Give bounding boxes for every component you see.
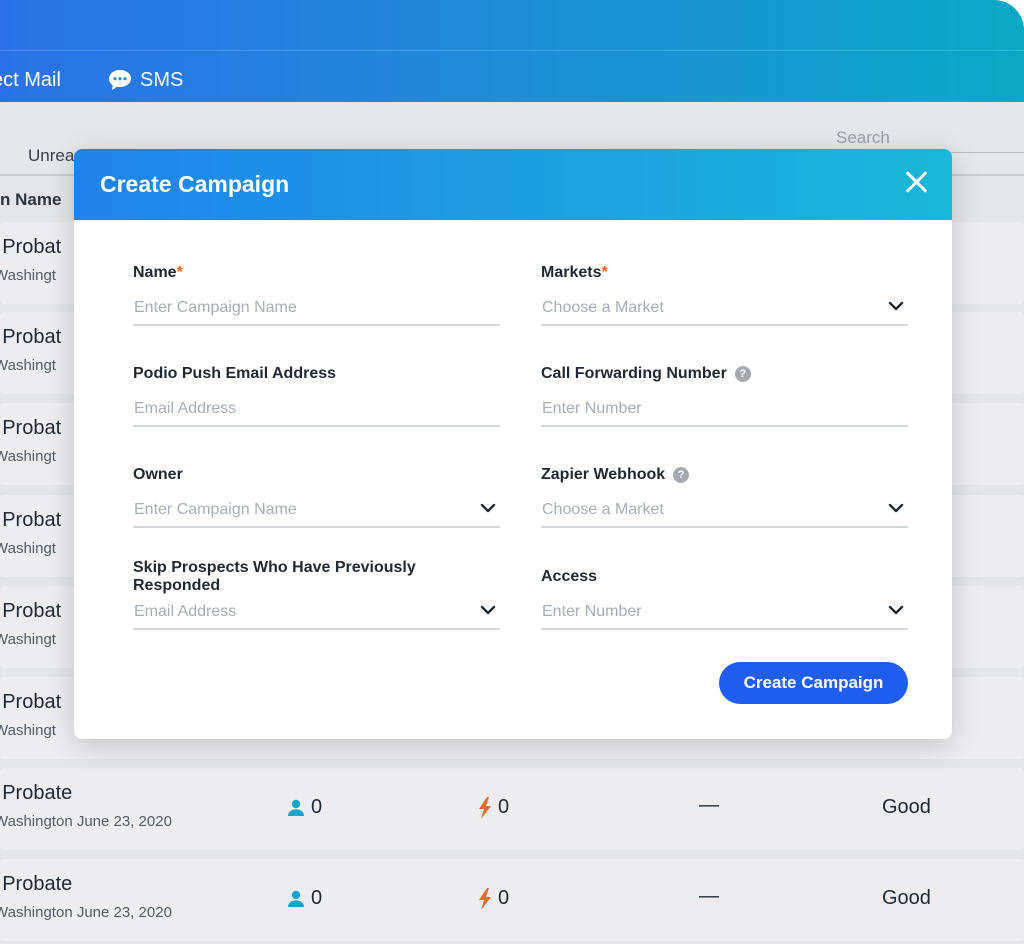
nav-sms-label: SMS — [140, 68, 184, 91]
modal-header: Create Campaign — [74, 149, 952, 220]
top-nav-bar: ect Mail SMS — [0, 0, 1024, 102]
owner-label-text: Owner — [133, 466, 183, 483]
campaign-subtitle: Washingt — [0, 540, 56, 557]
owner-select[interactable] — [133, 498, 500, 528]
create-campaign-modal: Create Campaign Name* Markets* Podio Pus… — [74, 149, 952, 739]
hot-value: 0 — [498, 887, 510, 909]
markets-label: Markets* — [541, 263, 908, 283]
table-row[interactable]: r Probate Washington June 23, 2020 0 0 — Good — [0, 859, 1024, 941]
zapier-webhook-label-text: Zapier Webhook — [541, 466, 666, 483]
access-select[interactable] — [541, 600, 908, 630]
chevron-down-icon — [888, 605, 904, 615]
zapier-webhook-select[interactable] — [541, 498, 908, 528]
name-input-wrap — [133, 296, 500, 326]
leads-value: 0 — [311, 887, 323, 909]
chevron-down-icon — [888, 503, 904, 513]
owner-field: Owner — [133, 465, 500, 528]
campaign-name-input[interactable] — [133, 296, 500, 320]
owner-label: Owner — [133, 465, 500, 485]
podio-email-input[interactable] — [133, 397, 500, 421]
create-campaign-button[interactable]: Create Campaign — [719, 662, 908, 704]
campaign-title: r Probat — [0, 600, 62, 622]
chevron-down-icon — [480, 503, 496, 513]
lightning-icon — [479, 887, 491, 910]
podio-email-input-wrap — [133, 397, 500, 427]
campaign-title: r Probat — [0, 417, 62, 439]
campaign-subtitle: Washingt — [0, 631, 56, 648]
filter-tab-unread[interactable]: Unrea — [28, 146, 74, 166]
hot-value: 0 — [498, 796, 510, 818]
chevron-down-icon — [480, 605, 496, 615]
campaign-title: r Probat — [0, 509, 62, 531]
markets-select-input[interactable] — [541, 296, 908, 320]
podio-email-label: Podio Push Email Address — [133, 364, 500, 384]
call-forwarding-input-wrap — [541, 397, 908, 427]
leads-count: 0 — [287, 796, 322, 819]
campaign-subtitle: Washingt — [0, 448, 56, 465]
podio-email-label-text: Podio Push Email Address — [133, 365, 337, 382]
required-mark: * — [601, 264, 608, 281]
skip-prospects-select[interactable] — [133, 600, 500, 630]
skip-prospects-input[interactable] — [133, 600, 500, 624]
access-label: Access — [541, 567, 908, 587]
access-field: Access — [541, 567, 908, 630]
nav-direct-mail[interactable]: ect Mail — [0, 66, 61, 94]
access-input[interactable] — [541, 600, 908, 624]
campaign-title: r Probat — [0, 236, 62, 258]
name-label-text: Name — [133, 264, 177, 281]
zapier-webhook-field: Zapier Webhook ? — [541, 465, 908, 528]
empty-value: — — [699, 885, 719, 907]
campaign-title: r Probate — [0, 873, 73, 895]
call-forwarding-label-text: Call Forwarding Number — [541, 365, 727, 382]
table-row[interactable]: r Probate Washington June 23, 2020 0 0 — Good — [0, 768, 1024, 850]
leads-count: 0 — [287, 887, 322, 910]
help-icon[interactable]: ? — [734, 366, 751, 382]
campaign-title: r Probate — [0, 782, 73, 804]
campaign-subtitle: Washington June 23, 2020 — [0, 904, 172, 921]
campaign-subtitle: Washingt — [0, 267, 56, 284]
nav-direct-mail-label: ect Mail — [0, 68, 61, 91]
owner-select-input[interactable] — [133, 498, 500, 522]
health-status: Good — [882, 796, 931, 818]
call-forwarding-field: Call Forwarding Number ? — [541, 364, 908, 427]
markets-select[interactable] — [541, 296, 908, 326]
help-icon[interactable]: ? — [673, 467, 690, 483]
markets-label-text: Markets — [541, 264, 602, 281]
call-forwarding-label: Call Forwarding Number ? — [541, 364, 908, 384]
call-forwarding-input[interactable] — [541, 397, 908, 421]
access-label-text: Access — [541, 568, 598, 585]
campaign-subtitle: Washingt — [0, 357, 56, 374]
campaign-subtitle: Washington June 23, 2020 — [0, 813, 172, 830]
nav-sms[interactable]: SMS — [108, 66, 183, 94]
lightning-icon — [479, 796, 491, 819]
hot-count: 0 — [478, 887, 509, 910]
chevron-down-icon — [888, 301, 904, 311]
column-header-name[interactable]: n Name — [0, 190, 61, 210]
zapier-webhook-input[interactable] — [541, 498, 908, 522]
campaign-title: r Probat — [0, 691, 62, 713]
skip-prospects-label-text: Skip Prospects Who Have Previously Respo… — [133, 559, 416, 594]
podio-email-field: Podio Push Email Address — [133, 364, 500, 427]
empty-value: — — [699, 794, 719, 816]
user-icon — [288, 890, 304, 907]
leads-value: 0 — [311, 796, 323, 818]
health-status: Good — [882, 887, 931, 909]
nav-divider — [0, 50, 1024, 51]
markets-field: Markets* — [541, 263, 908, 326]
campaign-subtitle: Washingt — [0, 722, 56, 739]
skip-prospects-label: Skip Prospects Who Have Previously Respo… — [133, 559, 500, 594]
sms-icon — [109, 70, 131, 90]
name-field: Name* — [133, 263, 500, 326]
name-label: Name* — [133, 263, 500, 283]
modal-title: Create Campaign — [100, 171, 290, 197]
zapier-webhook-label: Zapier Webhook ? — [541, 465, 908, 485]
user-icon — [288, 799, 304, 816]
skip-prospects-field: Skip Prospects Who Have Previously Respo… — [133, 559, 500, 630]
hot-count: 0 — [478, 796, 509, 819]
campaign-title: r Probat — [0, 326, 62, 348]
close-icon[interactable] — [904, 169, 930, 195]
required-mark: * — [176, 264, 183, 281]
